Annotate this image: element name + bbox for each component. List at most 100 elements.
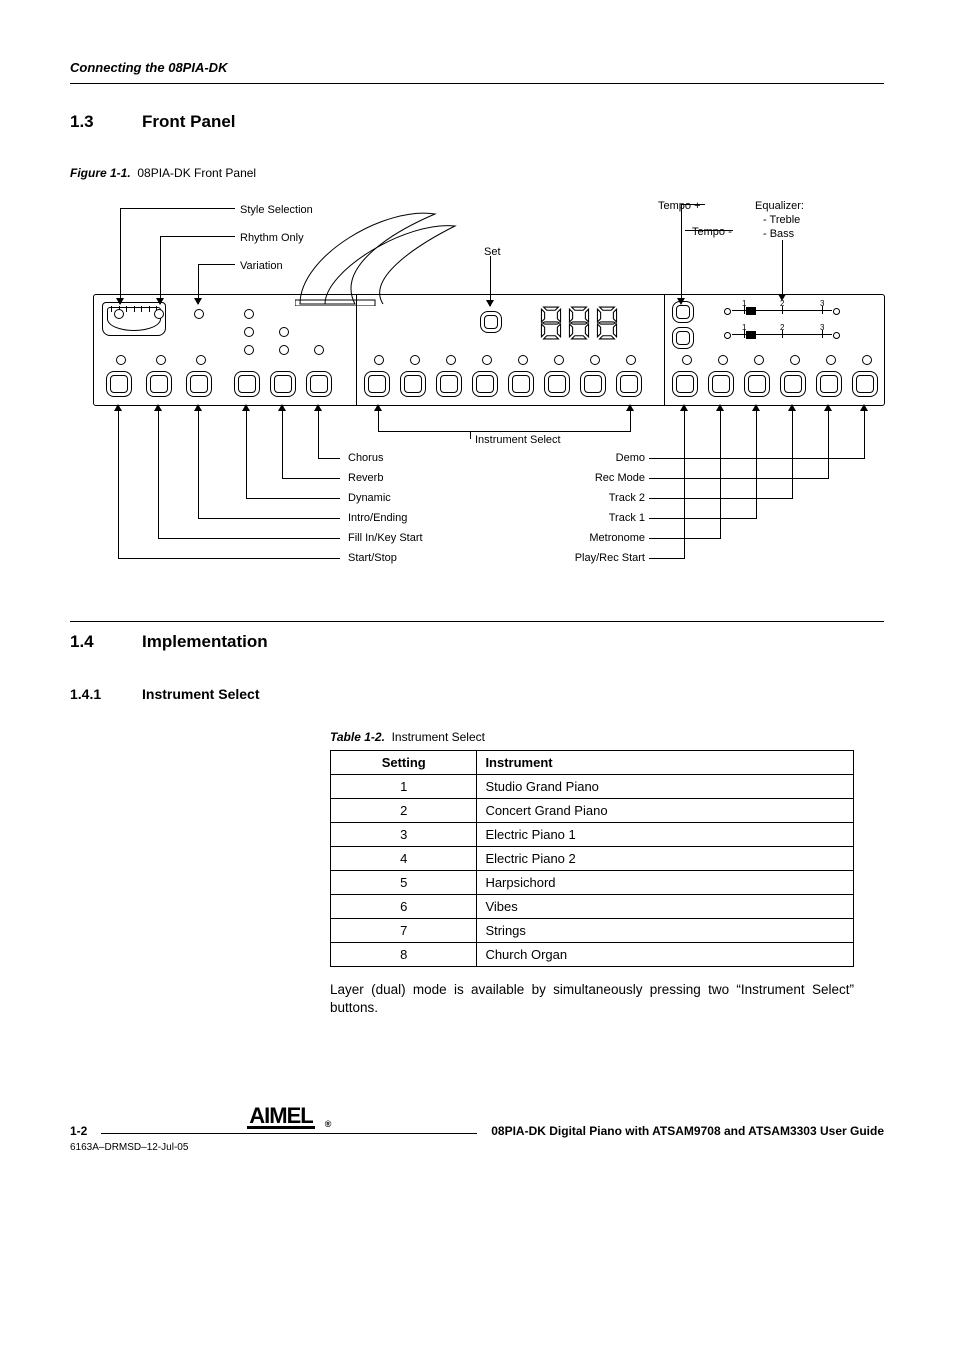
label-tempo-plus: Tempo + <box>658 200 701 213</box>
led <box>154 309 164 319</box>
doc-id: 6163A–DRMSD–12-Jul-05 <box>70 1142 884 1153</box>
button-track1[interactable] <box>744 371 770 397</box>
col-setting: Setting <box>331 751 477 775</box>
section-rule <box>70 621 884 622</box>
button-rec-mode[interactable] <box>816 371 842 397</box>
figure-caption: Figure 1-1. 08PIA-DK Front Panel <box>70 166 884 180</box>
cell-instrument: Church Organ <box>477 943 854 967</box>
front-panel: 1 2 3 1 2 3 <box>93 294 885 406</box>
button-instrument-1[interactable] <box>364 371 390 397</box>
label-instrument-select: Instrument Select <box>475 434 561 447</box>
slider-bass[interactable]: 1 2 3 <box>724 327 840 341</box>
button-fill-key[interactable] <box>146 371 172 397</box>
cell-setting: 6 <box>331 895 477 919</box>
cell-setting: 3 <box>331 823 477 847</box>
swoosh-icon <box>295 196 485 306</box>
cell-instrument: Vibes <box>477 895 854 919</box>
label-equalizer: Equalizer: <box>755 200 804 213</box>
label-tempo-minus: Tempo - <box>692 226 732 239</box>
arrow-icon <box>314 404 322 411</box>
table-row: 3Electric Piano 1 <box>331 823 854 847</box>
label-fill-key: Fill In/Key Start <box>348 532 423 545</box>
led <box>862 355 872 365</box>
button-chorus[interactable] <box>306 371 332 397</box>
table-lead: Table 1-2. <box>330 730 385 744</box>
slider-treble[interactable]: 1 2 3 <box>724 303 840 317</box>
label-reverb: Reverb <box>348 472 383 485</box>
led <box>718 355 728 365</box>
led <box>244 309 254 319</box>
arrow-icon <box>680 404 688 411</box>
page-number: 1-2 <box>70 1124 87 1138</box>
section-1-3-title: Front Panel <box>142 112 236 132</box>
label-dynamic: Dynamic <box>348 492 391 505</box>
section-1-4-1-title: Instrument Select <box>142 686 259 702</box>
table-row: 5Harpsichord <box>331 871 854 895</box>
button-intro-ending[interactable] <box>186 371 212 397</box>
table-row: 4Electric Piano 2 <box>331 847 854 871</box>
led <box>518 355 528 365</box>
cell-setting: 7 <box>331 919 477 943</box>
button-reverb[interactable] <box>270 371 296 397</box>
label-start-stop: Start/Stop <box>348 552 397 565</box>
lcd-display <box>534 303 624 343</box>
arrow-icon <box>824 404 832 411</box>
button-instrument-7[interactable] <box>580 371 606 397</box>
button-set[interactable] <box>480 311 502 333</box>
arrow-icon <box>626 404 634 411</box>
button-track2[interactable] <box>780 371 806 397</box>
label-metronome: Metronome <box>580 532 645 545</box>
button-tempo-plus[interactable] <box>672 301 694 323</box>
button-instrument-6[interactable] <box>544 371 570 397</box>
button-instrument-3[interactable] <box>436 371 462 397</box>
button-instrument-4[interactable] <box>472 371 498 397</box>
led <box>554 355 564 365</box>
led <box>590 355 600 365</box>
section-1-4-number: 1.4 <box>70 632 142 652</box>
cell-setting: 1 <box>331 775 477 799</box>
label-eq-treble: - Treble <box>763 214 800 227</box>
running-rule <box>70 83 884 84</box>
button-metronome[interactable] <box>708 371 734 397</box>
led <box>114 309 124 319</box>
button-play-rec[interactable] <box>672 371 698 397</box>
volume-dial[interactable] <box>102 302 166 336</box>
button-instrument-5[interactable] <box>508 371 534 397</box>
led <box>244 345 254 355</box>
led <box>194 309 204 319</box>
running-head: Connecting the 08PIA-DK <box>70 60 884 75</box>
button-tempo-minus[interactable] <box>672 327 694 349</box>
table-row: 1Studio Grand Piano <box>331 775 854 799</box>
footer-title: 08PIA-DK Digital Piano with ATSAM9708 an… <box>491 1124 884 1138</box>
arrow-icon <box>716 404 724 411</box>
button-dynamic[interactable] <box>234 371 260 397</box>
cell-instrument: Electric Piano 2 <box>477 847 854 871</box>
label-variation: Variation <box>240 260 283 273</box>
led <box>446 355 456 365</box>
cell-setting: 8 <box>331 943 477 967</box>
button-instrument-2[interactable] <box>400 371 426 397</box>
front-panel-figure: Style Selection Rhythm Only Variation Se… <box>70 186 885 581</box>
label-demo: Demo <box>610 452 645 465</box>
table-caption: Table 1-2. Instrument Select <box>330 730 854 744</box>
arrow-icon <box>788 404 796 411</box>
arrow-icon <box>860 404 868 411</box>
label-play-rec: Play/Rec Start <box>568 552 645 565</box>
label-rec-mode: Rec Mode <box>590 472 645 485</box>
section-1-4-1-number: 1.4.1 <box>70 686 142 702</box>
button-demo[interactable] <box>852 371 878 397</box>
table-row: 7Strings <box>331 919 854 943</box>
led <box>790 355 800 365</box>
button-start-stop[interactable] <box>106 371 132 397</box>
led <box>410 355 420 365</box>
figure-title: 08PIA-DK Front Panel <box>137 166 256 180</box>
table-row: 8Church Organ <box>331 943 854 967</box>
button-instrument-8[interactable] <box>616 371 642 397</box>
instrument-select-table: Setting Instrument 1Studio Grand Piano2C… <box>330 750 854 967</box>
table-row: 2Concert Grand Piano <box>331 799 854 823</box>
arrow-icon <box>752 404 760 411</box>
label-intro-ending: Intro/Ending <box>348 512 407 525</box>
cell-instrument: Studio Grand Piano <box>477 775 854 799</box>
label-set: Set <box>484 246 501 259</box>
led <box>826 355 836 365</box>
